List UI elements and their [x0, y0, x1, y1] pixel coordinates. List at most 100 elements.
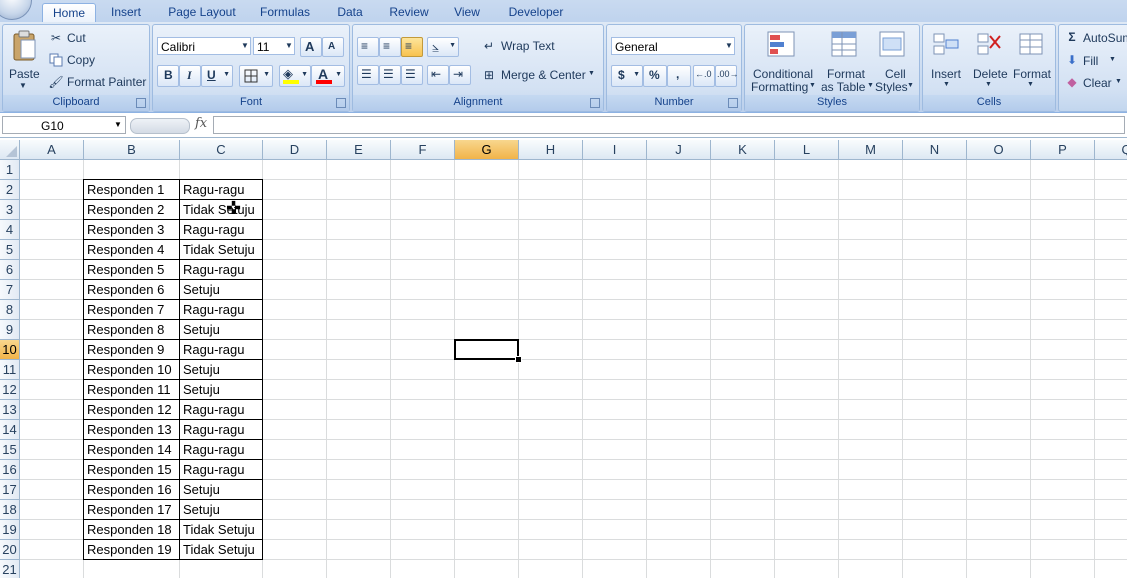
column-header-l[interactable]: L [775, 140, 839, 160]
row-header-2[interactable]: 2 [0, 180, 20, 200]
row-header-12[interactable]: 12 [0, 380, 20, 400]
cell-respondent[interactable]: Responden 8 [83, 319, 180, 340]
tab-insert[interactable]: Insert [100, 3, 152, 22]
row-header-9[interactable]: 9 [0, 320, 20, 340]
active-cell[interactable] [454, 339, 519, 360]
decrease-indent-button[interactable]: ⇤ [427, 65, 449, 85]
fill-button[interactable]: Fill [1083, 54, 1098, 68]
italic-button[interactable]: I [179, 65, 201, 87]
column-header-f[interactable]: F [391, 140, 455, 160]
cell-respondent[interactable]: Responden 1 [83, 179, 180, 200]
name-box[interactable]: G10 [2, 116, 126, 134]
format-as-table-label-2[interactable]: as Table [821, 80, 865, 94]
cell-response[interactable]: Tidak Setuju [179, 539, 263, 560]
column-header-i[interactable]: I [583, 140, 647, 160]
paste-button[interactable]: Paste [9, 67, 40, 81]
tab-home[interactable]: Home [42, 3, 96, 23]
cell-respondent[interactable]: Responden 6 [83, 279, 180, 300]
formula-input[interactable] [213, 116, 1125, 134]
underline-button[interactable]: U ▼ [201, 65, 233, 87]
merge-center-button[interactable]: Merge & Center [501, 68, 586, 82]
wrap-text-button[interactable]: Wrap Text [501, 39, 555, 53]
cell-respondent[interactable]: Responden 15 [83, 459, 180, 480]
cell-response[interactable]: Setuju [179, 279, 263, 300]
autosum-button[interactable]: AutoSum [1083, 31, 1127, 45]
cell-respondent[interactable]: Responden 18 [83, 519, 180, 540]
orientation-dropdown-icon[interactable]: ▼ [449, 42, 456, 49]
font-color-button[interactable]: A ▼ [311, 65, 345, 87]
row-header-10[interactable]: 10 [0, 340, 20, 360]
format-as-table-label-1[interactable]: Format [827, 67, 865, 81]
column-header-a[interactable]: A [20, 140, 84, 160]
cell-respondent[interactable]: Responden 11 [83, 379, 180, 400]
column-header-k[interactable]: K [711, 140, 775, 160]
row-header-19[interactable]: 19 [0, 520, 20, 540]
row-header-5[interactable]: 5 [0, 240, 20, 260]
column-header-n[interactable]: N [903, 140, 967, 160]
cell-response[interactable]: Tidak Setuju [179, 519, 263, 540]
tab-page-layout[interactable]: Page Layout [162, 3, 242, 22]
row-header-4[interactable]: 4 [0, 220, 20, 240]
cell-respondent[interactable]: Responden 9 [83, 339, 180, 360]
column-header-p[interactable]: P [1031, 140, 1095, 160]
format-cells-button[interactable]: Format [1013, 67, 1051, 81]
column-header-h[interactable]: H [519, 140, 583, 160]
cell-response[interactable]: Ragu-ragu [179, 339, 263, 360]
tab-review[interactable]: Review [382, 3, 436, 22]
font-launcher-icon[interactable] [336, 98, 346, 108]
cell-styles-dropdown-icon[interactable]: ▼ [907, 82, 914, 89]
column-header-e[interactable]: E [327, 140, 391, 160]
conditional-formatting-label-2[interactable]: Formatting [751, 80, 808, 94]
cell-response[interactable]: Ragu-ragu [179, 419, 263, 440]
number-format-select[interactable]: General [611, 37, 735, 55]
number-launcher-icon[interactable] [728, 98, 738, 108]
cell-styles-label-2[interactable]: Styles [875, 80, 908, 94]
row-header-18[interactable]: 18 [0, 500, 20, 520]
cell-respondent[interactable]: Responden 3 [83, 219, 180, 240]
paste-icon[interactable] [9, 29, 39, 63]
merge-center-dropdown-icon[interactable]: ▼ [588, 70, 595, 77]
fill-handle[interactable] [515, 356, 522, 363]
format-cells-dropdown-icon[interactable]: ▼ [1027, 81, 1034, 88]
shrink-font-button[interactable]: A [322, 37, 344, 57]
cell-response[interactable]: Ragu-ragu [179, 459, 263, 480]
row-header-8[interactable]: 8 [0, 300, 20, 320]
cell-respondent[interactable]: Responden 12 [83, 399, 180, 420]
cell-respondent[interactable]: Responden 14 [83, 439, 180, 460]
row-header-17[interactable]: 17 [0, 480, 20, 500]
clipboard-launcher-icon[interactable] [136, 98, 146, 108]
row-header-11[interactable]: 11 [0, 360, 20, 380]
grow-font-button[interactable]: A [300, 37, 322, 57]
cell-response[interactable]: Ragu-ragu [179, 399, 263, 420]
row-header-16[interactable]: 16 [0, 460, 20, 480]
cell-response[interactable]: Ragu-ragu [179, 439, 263, 460]
row-header-21[interactable]: 21 [0, 560, 20, 578]
font-color-dropdown-icon[interactable]: ▼ [335, 71, 342, 78]
cell-respondent[interactable]: Responden 10 [83, 359, 180, 380]
font-name-dropdown-icon[interactable]: ▼ [241, 41, 249, 50]
paste-dropdown-icon[interactable]: ▼ [19, 81, 27, 90]
copy-button[interactable]: Copy [67, 53, 95, 67]
cell-respondent[interactable]: Responden 5 [83, 259, 180, 280]
row-header-15[interactable]: 15 [0, 440, 20, 460]
column-header-m[interactable]: M [839, 140, 903, 160]
cell-respondent[interactable]: Responden 19 [83, 539, 180, 560]
cell-response[interactable]: Setuju [179, 319, 263, 340]
align-top-button[interactable]: ≡ [357, 37, 379, 57]
column-header-j[interactable]: J [647, 140, 711, 160]
cell-response[interactable]: Setuju [179, 379, 263, 400]
clear-dropdown-icon[interactable]: ▼ [1115, 78, 1122, 85]
cell-response[interactable]: Ragu-ragu [179, 219, 263, 240]
office-button[interactable] [0, 0, 32, 20]
cell-response[interactable]: Ragu-ragu [179, 259, 263, 280]
comma-button[interactable]: , [667, 65, 691, 87]
cell-respondent[interactable]: Responden 16 [83, 479, 180, 500]
row-header-1[interactable]: 1 [0, 160, 20, 180]
cell-respondent[interactable]: Responden 17 [83, 499, 180, 520]
align-left-button[interactable]: ☰ [357, 65, 379, 85]
align-center-button[interactable]: ☰ [379, 65, 401, 85]
cell-response[interactable]: Ragu-ragu [179, 299, 263, 320]
currency-dropdown-icon[interactable]: ▼ [633, 71, 640, 78]
column-header-q[interactable]: Q [1095, 140, 1127, 160]
row-header-7[interactable]: 7 [0, 280, 20, 300]
